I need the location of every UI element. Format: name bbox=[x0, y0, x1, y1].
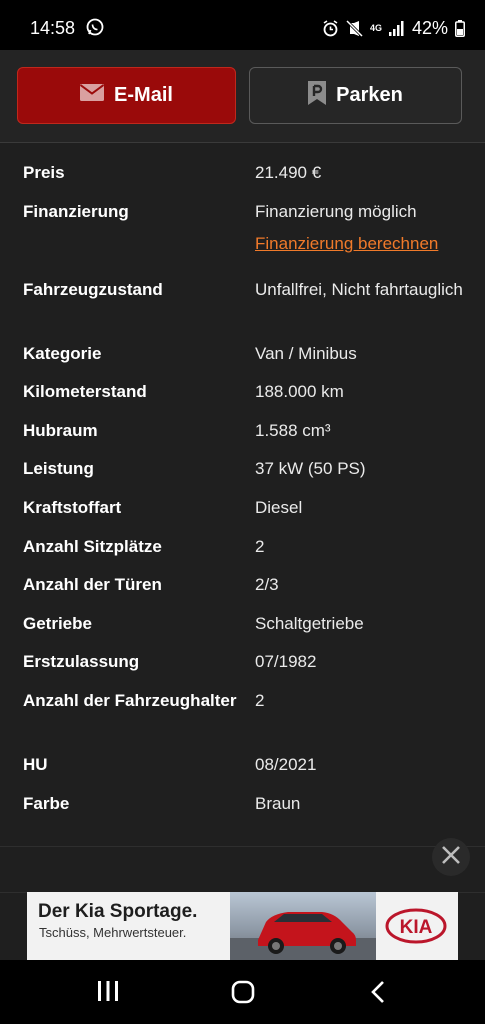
park-button[interactable]: Parken bbox=[249, 67, 462, 124]
alarm-icon bbox=[322, 20, 339, 37]
detail-value: Schaltgetriebe bbox=[255, 614, 364, 633]
envelope-icon bbox=[79, 84, 105, 107]
detail-key: Finanzierung bbox=[23, 202, 129, 221]
detail-key: Kilometerstand bbox=[23, 382, 147, 401]
detail-value: 1.588 cm³ bbox=[255, 421, 331, 440]
email-button[interactable]: E-Mail bbox=[17, 67, 236, 124]
status-time: 14:58 bbox=[30, 18, 76, 38]
detail-value: 2 bbox=[255, 537, 265, 556]
detail-value: 21.490 € bbox=[255, 163, 322, 182]
detail-key: Getriebe bbox=[23, 614, 92, 633]
battery-icon bbox=[455, 20, 465, 37]
detail-value: Van / Minibus bbox=[255, 344, 357, 363]
detail-key: Kraftstoffart bbox=[23, 498, 122, 517]
email-button-label: E-Mail bbox=[114, 84, 173, 106]
detail-value: Finanzierung möglich bbox=[255, 202, 417, 221]
svg-text:KIA: KIA bbox=[400, 917, 433, 938]
detail-key: Leistung bbox=[23, 459, 94, 478]
recent-apps-button[interactable] bbox=[97, 980, 119, 1007]
status-bar: 14:58 4G 42% bbox=[0, 0, 485, 50]
ad-subline: Tschüss, Mehrwertsteuer. bbox=[39, 925, 187, 940]
parking-bookmark-icon bbox=[308, 80, 327, 111]
detail-key: Anzahl Sitzplätze bbox=[23, 537, 162, 556]
detail-value: Braun bbox=[255, 794, 301, 813]
whatsapp-icon bbox=[86, 18, 104, 36]
mute-icon bbox=[345, 20, 363, 37]
detail-key: Fahrzeugzustand bbox=[23, 280, 163, 299]
back-button[interactable] bbox=[370, 980, 386, 1009]
financing-calculator-link[interactable]: Finanzierung berechnen bbox=[255, 231, 470, 257]
detail-value: 2 bbox=[255, 691, 265, 710]
listing-detail-view: E-Mail Parken Preis 21.490 € Finanzierun… bbox=[0, 50, 485, 960]
detail-value: 07/1982 bbox=[255, 652, 317, 671]
park-button-label: Parken bbox=[336, 84, 403, 106]
home-button[interactable] bbox=[231, 980, 255, 1009]
ad-headline: Der Kia Sportage. bbox=[38, 901, 198, 922]
detail-key: Hubraum bbox=[23, 421, 98, 440]
signal-icon bbox=[388, 21, 405, 36]
divider bbox=[0, 846, 485, 847]
detail-value: 188.000 km bbox=[255, 382, 344, 401]
ad-banner[interactable]: Der Kia Sportage. Tschüss, Mehrwertsteue… bbox=[27, 892, 458, 960]
detail-key: Preis bbox=[23, 163, 65, 182]
battery-level: 42% bbox=[411, 18, 448, 38]
detail-key: Anzahl der Türen bbox=[23, 575, 162, 594]
detail-key: Farbe bbox=[23, 794, 70, 813]
detail-key: Erstzulassung bbox=[23, 652, 140, 671]
detail-key: Anzahl der Fahrzeughalter bbox=[23, 691, 237, 710]
detail-value: 08/2021 bbox=[255, 755, 317, 774]
network-type-label: 4G bbox=[369, 23, 382, 33]
system-navigation-bar bbox=[0, 960, 485, 1024]
action-bar: E-Mail Parken bbox=[0, 50, 485, 143]
detail-key: HU bbox=[23, 755, 48, 774]
detail-value: 2/3 bbox=[255, 575, 279, 594]
close-ad-button[interactable] bbox=[432, 838, 470, 876]
close-icon bbox=[441, 845, 461, 870]
kia-logo: KIA bbox=[385, 908, 447, 944]
detail-value: Unfallfrei, Nicht fahrtauglich bbox=[255, 280, 463, 299]
ad-car-image bbox=[230, 892, 376, 960]
detail-value: Diesel bbox=[255, 498, 303, 517]
detail-value: 37 kW (50 PS) bbox=[255, 459, 366, 478]
detail-key: Kategorie bbox=[23, 344, 102, 363]
